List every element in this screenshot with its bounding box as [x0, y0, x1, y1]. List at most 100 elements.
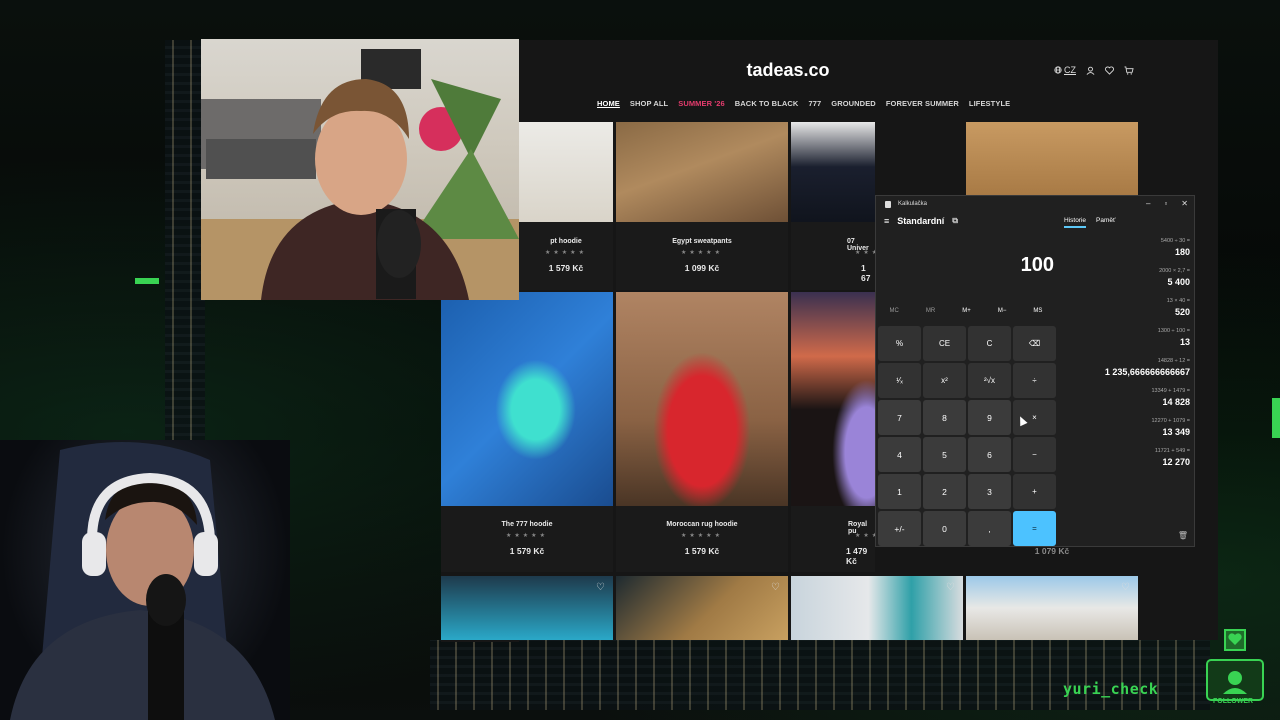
product-card[interactable]: ♡: [966, 576, 1138, 640]
hamburger-menu-icon[interactable]: ≡: [884, 216, 889, 226]
plus-key[interactable]: +: [1013, 474, 1056, 509]
nav-forever-summer[interactable]: FOREVER SUMMER: [886, 99, 959, 108]
digit-5-key[interactable]: 5: [923, 437, 966, 472]
digit-7-key[interactable]: 7: [878, 400, 921, 435]
follower-label: FOLLOWER: [1213, 698, 1254, 705]
tab-memory[interactable]: Paměť: [1096, 217, 1115, 228]
history-result: 13 349: [1162, 427, 1190, 437]
product-image[interactable]: [791, 122, 875, 222]
streamer-username: yuri_check: [1063, 680, 1159, 698]
product-image[interactable]: [519, 122, 613, 222]
history-entry[interactable]: 13 × 40 = 520: [1062, 298, 1190, 317]
history-entry[interactable]: 1300 ÷ 100 = 13: [1062, 328, 1190, 347]
product-image[interactable]: [966, 122, 1138, 196]
product-image[interactable]: [441, 292, 613, 506]
history-entry[interactable]: 5400 ÷ 30 = 180: [1062, 238, 1190, 257]
product-image[interactable]: [616, 576, 788, 640]
backspace-key[interactable]: ⌫: [1013, 326, 1056, 361]
calculator-window[interactable]: Kalkulačka – ▫ ✕ ≡ Standardní ⧉ Historie…: [875, 195, 1195, 547]
nav-777[interactable]: 777: [808, 99, 821, 108]
history-entry[interactable]: 11721 + 549 = 12 270: [1062, 448, 1190, 466]
cart-icon[interactable]: [1124, 65, 1134, 75]
product-card[interactable]: ♡: [791, 576, 963, 640]
nav-summer-26[interactable]: SUMMER '26: [678, 99, 725, 108]
language-selector[interactable]: CZ: [1054, 65, 1076, 75]
digit-1-key[interactable]: 1: [878, 474, 921, 509]
product-rating: ★★★★★: [545, 250, 587, 256]
history-result: 14 828: [1162, 397, 1190, 407]
memory-add-button[interactable]: M+: [962, 308, 971, 314]
clear-entry-key[interactable]: CE: [923, 326, 966, 361]
product-card[interactable]: Royal pu ★★★★★ 1 479 Kč: [791, 292, 894, 572]
square-root-key[interactable]: ²√x: [968, 363, 1011, 398]
digit-3-key[interactable]: 3: [968, 474, 1011, 509]
keep-on-top-icon[interactable]: ⧉: [952, 216, 958, 226]
trash-icon[interactable]: 🗑: [1178, 531, 1188, 540]
product-card[interactable]: The 777 hoodie ★★★★★ 1 579 Kč: [441, 292, 613, 572]
product-card[interactable]: Moroccan rug hoodie ★★★★★ 1 579 Kč: [616, 292, 788, 572]
webcam-figure: [10, 442, 275, 720]
wishlist-heart-icon[interactable]: ♡: [1121, 582, 1130, 593]
negate-key[interactable]: +/-: [878, 511, 921, 546]
square-key[interactable]: x²: [923, 363, 966, 398]
decimal-key[interactable]: ,: [968, 511, 1011, 546]
wishlist-heart-icon[interactable]: ♡: [596, 582, 605, 593]
wishlist-heart-icon[interactable]: [1105, 65, 1114, 75]
minimize-icon[interactable]: –: [1146, 199, 1150, 208]
product-image[interactable]: [616, 292, 788, 506]
memory-clear-button[interactable]: MC: [890, 308, 899, 314]
product-price: 1 079 Kč: [1034, 546, 1070, 556]
memory-subtract-button[interactable]: M−: [998, 308, 1007, 314]
product-name[interactable]: pt hoodie: [519, 238, 613, 245]
reciprocal-key[interactable]: ¹⁄ₓ: [878, 363, 921, 398]
nav-home[interactable]: HOME: [597, 99, 620, 108]
maximize-icon[interactable]: ▫: [1164, 199, 1167, 208]
product-name[interactable]: Moroccan rug hoodie: [616, 521, 788, 528]
product-image[interactable]: [966, 576, 1138, 640]
history-result: 12 270: [1162, 457, 1190, 466]
product-card[interactable]: pt hoodie ★★★★★ 1 579 Kč: [519, 122, 613, 290]
nav-back-to-black[interactable]: BACK TO BLACK: [735, 99, 799, 108]
account-icon[interactable]: [1086, 66, 1095, 75]
digit-6-key[interactable]: 6: [968, 437, 1011, 472]
stream-scene: tadeas.co CZ HOME SHOP ALL SUMMER '26 BA…: [0, 0, 1280, 720]
digit-8-key[interactable]: 8: [923, 400, 966, 435]
clear-key[interactable]: C: [968, 326, 1011, 361]
history-entry[interactable]: 14828 ÷ 12 = 1 235,666666666667: [1062, 358, 1190, 377]
divide-key[interactable]: ÷: [1013, 363, 1056, 398]
history-entry[interactable]: 2000 × 2,7 = 5 400: [1062, 268, 1190, 287]
product-image[interactable]: [441, 576, 613, 640]
product-name[interactable]: The 777 hoodie: [441, 521, 613, 528]
memory-store-button[interactable]: MS: [1033, 308, 1042, 314]
calculator-titlebar[interactable]: Kalkulačka – ▫ ✕: [876, 196, 1194, 214]
tab-history[interactable]: Historie: [1064, 217, 1087, 228]
close-icon[interactable]: ✕: [1181, 199, 1188, 208]
product-price: 1 67: [861, 263, 871, 283]
product-card[interactable]: [966, 122, 1138, 196]
wishlist-heart-icon[interactable]: ♡: [771, 582, 780, 593]
equals-key[interactable]: =: [1013, 511, 1056, 546]
site-logo[interactable]: tadeas.co: [518, 60, 1058, 81]
history-entry[interactable]: 13349 + 1479 = 14 828: [1062, 388, 1190, 407]
digit-4-key[interactable]: 4: [878, 437, 921, 472]
product-card[interactable]: 07 Univer ★★★★★ 1 67: [791, 122, 894, 290]
digit-0-key[interactable]: 0: [923, 511, 966, 546]
history-entry[interactable]: 12270 + 1079 = 13 349: [1062, 418, 1190, 437]
percent-key[interactable]: %: [878, 326, 921, 361]
product-image[interactable]: [791, 576, 963, 640]
product-name[interactable]: Egypt sweatpants: [616, 238, 788, 245]
product-card[interactable]: Egypt sweatpants ★★★★★ 1 099 Kč: [616, 122, 788, 290]
memory-recall-button[interactable]: MR: [926, 308, 935, 314]
product-card[interactable]: ♡: [441, 576, 613, 640]
digit-9-key[interactable]: 9: [968, 400, 1011, 435]
minus-key[interactable]: −: [1013, 437, 1056, 472]
nav-shop-all[interactable]: SHOP ALL: [630, 99, 668, 108]
wishlist-heart-icon[interactable]: ♡: [946, 582, 955, 593]
product-card[interactable]: ♡: [616, 576, 788, 640]
nav-lifestyle[interactable]: LIFESTYLE: [969, 99, 1010, 108]
product-image[interactable]: [791, 292, 875, 506]
product-image[interactable]: [616, 122, 788, 222]
language-label: CZ: [1064, 65, 1076, 75]
digit-2-key[interactable]: 2: [923, 474, 966, 509]
nav-grounded[interactable]: GROUNDED: [831, 99, 876, 108]
